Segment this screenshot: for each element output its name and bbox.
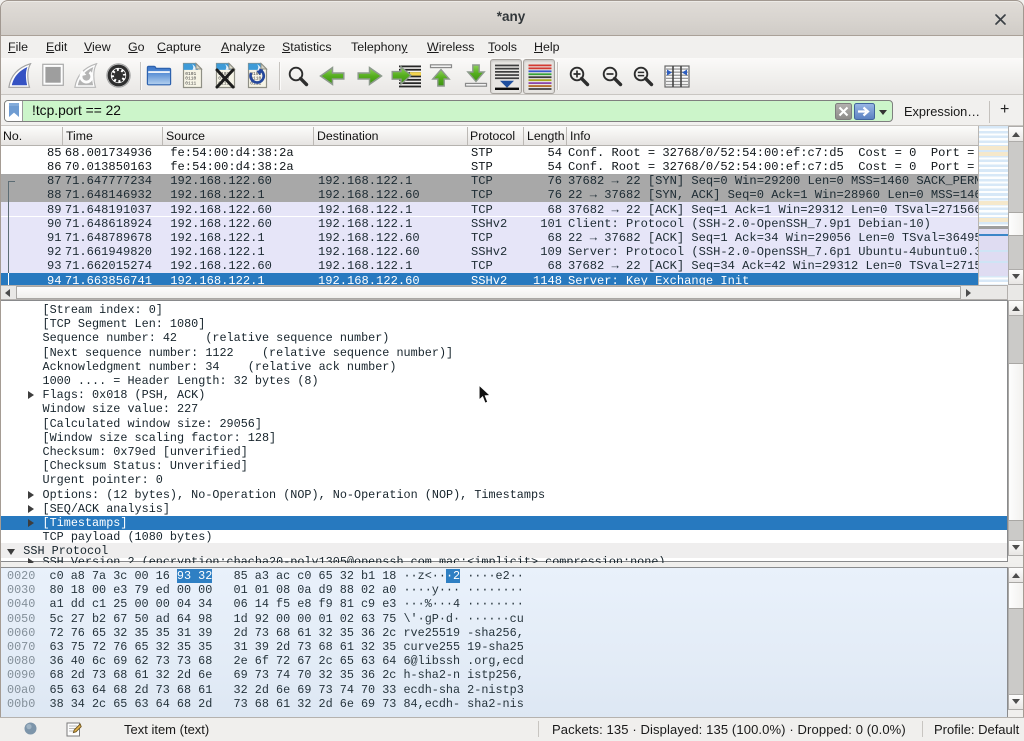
svg-text:0111: 0111 [185,80,196,86]
